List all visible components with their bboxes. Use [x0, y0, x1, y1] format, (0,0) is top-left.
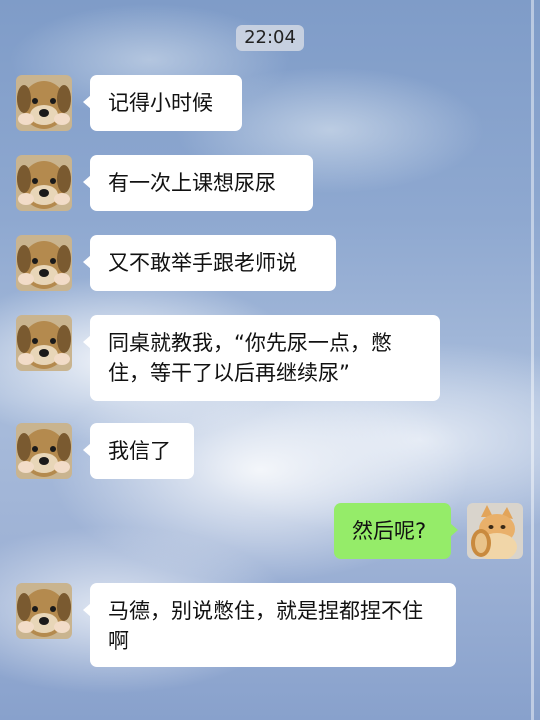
message-bubble[interactable]: 有一次上课想尿尿 — [83, 155, 313, 211]
message-bubble[interactable]: 又不敢举手跟老师说 — [83, 235, 336, 291]
cat-avatar[interactable] — [467, 503, 523, 559]
dog-avatar[interactable] — [16, 315, 72, 371]
message-bubble[interactable]: 记得小时候 — [83, 75, 242, 131]
dog-avatar[interactable] — [16, 75, 72, 131]
scrollbar[interactable] — [531, 0, 534, 720]
message-bubble[interactable]: 我信了 — [83, 423, 194, 479]
dog-avatar[interactable] — [16, 583, 72, 639]
timestamp-divider: 22:04 — [236, 25, 304, 51]
dog-avatar[interactable] — [16, 155, 72, 211]
dog-avatar[interactable] — [16, 235, 72, 291]
message-bubble[interactable]: 马德，别说憋住，就是捏都捏不住啊 — [83, 583, 456, 667]
dog-avatar[interactable] — [16, 423, 72, 479]
message-bubble[interactable]: 同桌就教我，“你先尿一点，憋住，等干了以后再继续尿” — [83, 315, 440, 401]
message-bubble-outgoing[interactable]: 然后呢? — [334, 503, 458, 559]
